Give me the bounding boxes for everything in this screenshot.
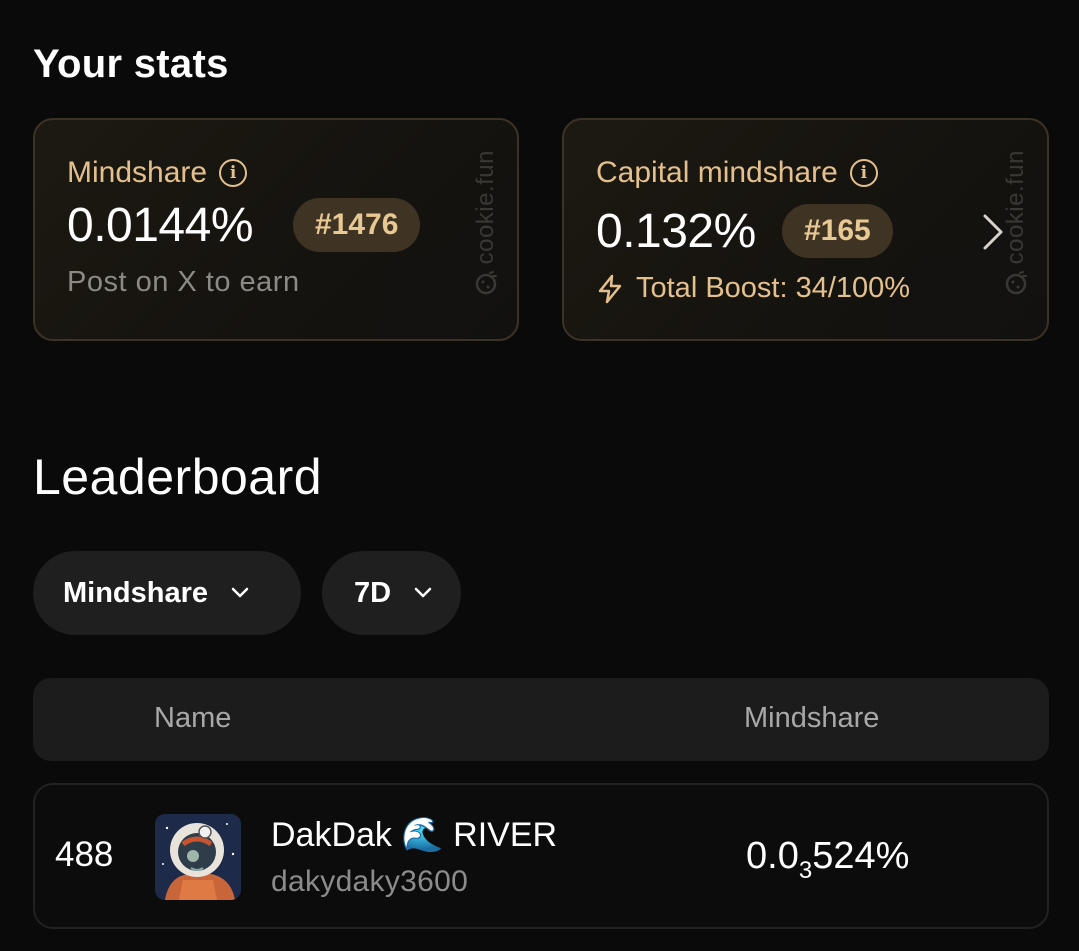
- metric-dropdown[interactable]: Mindshare: [33, 551, 301, 635]
- capital-mindshare-card[interactable]: Capital mindshare i 0.132% #165 Total Bo…: [562, 118, 1049, 341]
- table-row[interactable]: 488 DakDak 🌊 RIVER dakydaky3600 0.03524%: [33, 783, 1049, 929]
- chevron-down-icon: [414, 587, 432, 598]
- boost-text: Total Boost: 34/100%: [636, 272, 911, 304]
- column-header-mindshare[interactable]: Mindshare: [744, 702, 879, 735]
- mindshare-value-cell: 0.03524%: [746, 835, 910, 884]
- user-handle: dakydaky3600: [271, 865, 469, 898]
- value-zero-count: 3: [798, 857, 813, 884]
- cookie-watermark: cookie.fun: [999, 150, 1033, 310]
- cookie-logo-icon: [475, 271, 497, 295]
- period-dropdown[interactable]: 7D: [322, 551, 461, 635]
- info-icon[interactable]: i: [849, 159, 878, 187]
- metric-dropdown-label: Mindshare: [63, 576, 209, 609]
- lightning-icon: [598, 274, 622, 303]
- leaderboard-title: Leaderboard: [33, 449, 323, 505]
- capital-mindshare-value: 0.132%: [596, 205, 756, 258]
- info-icon[interactable]: i: [219, 159, 248, 187]
- user-display-name: DakDak 🌊 RIVER: [271, 816, 558, 854]
- period-dropdown-label: 7D: [354, 576, 392, 609]
- row-rank: 488: [55, 835, 114, 874]
- mindshare-card[interactable]: Mindshare i 0.0144% #1476 Post on X to e…: [33, 118, 519, 341]
- mindshare-rank-badge: #1476: [293, 198, 421, 252]
- value-prefix: 0.0: [746, 835, 799, 877]
- cookie-logo-icon: [1005, 271, 1027, 295]
- watermark-text: cookie.fun: [1002, 150, 1029, 265]
- capital-rank-badge: #165: [782, 204, 893, 258]
- mindshare-label: Mindshare: [67, 156, 208, 189]
- boost-row: Total Boost: 34/100%: [596, 272, 910, 305]
- stats-title: Your stats: [33, 42, 229, 86]
- value-suffix: 524%: [812, 835, 910, 877]
- watermark-text: cookie.fun: [472, 150, 499, 265]
- column-header-name[interactable]: Name: [154, 702, 231, 735]
- table-header: Name Mindshare: [33, 678, 1049, 761]
- cookie-watermark: cookie.fun: [469, 150, 503, 310]
- capital-mindshare-label: Capital mindshare: [596, 156, 838, 189]
- avatar[interactable]: [155, 814, 241, 900]
- mindshare-label-row: Mindshare i: [67, 156, 248, 190]
- mindshare-value: 0.0144%: [67, 199, 254, 252]
- chevron-down-icon: [231, 587, 249, 598]
- mindshare-subtext: Post on X to earn: [67, 266, 300, 298]
- capital-label-row: Capital mindshare i: [596, 156, 878, 190]
- astronaut-avatar-image: [155, 814, 241, 900]
